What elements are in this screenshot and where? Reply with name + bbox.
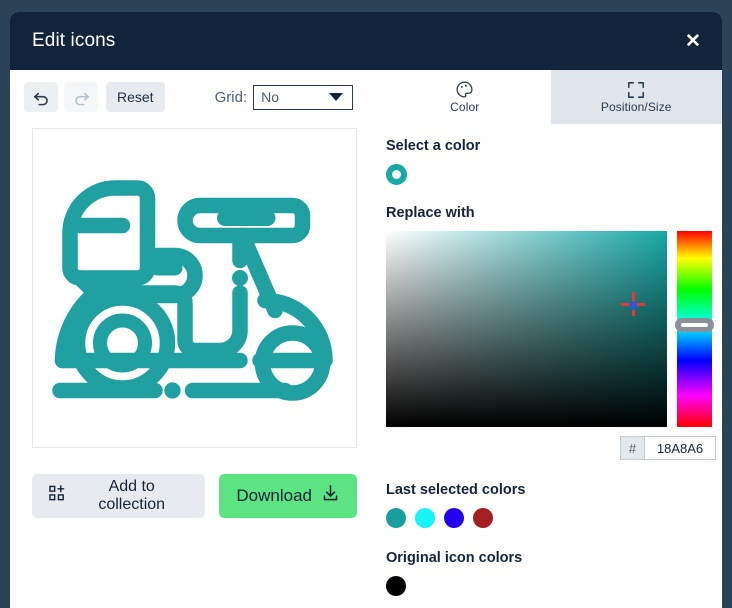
last-selected-colors-title: Last selected colors [386, 482, 526, 498]
hex-field-row: # [386, 436, 722, 460]
grid-plus-icon [49, 485, 66, 507]
select-a-color-title: Select a color [386, 138, 481, 154]
undo-button[interactable] [24, 82, 58, 112]
color-picker [386, 231, 722, 427]
hex-prefix-label: # [620, 436, 644, 460]
last-selected-colors-group: Last selected colors [386, 482, 722, 528]
close-icon[interactable]: ✕ [678, 26, 708, 56]
grid-selected-value: No [261, 89, 279, 105]
tab-color[interactable]: Color [379, 70, 551, 124]
color-panel: Select a color Replace with # 18A8A6 Las… [379, 124, 722, 608]
replace-with-title: Replace with [386, 205, 475, 221]
editor-left-pane: Reset Grid: No Add to collection Downloa… [10, 70, 379, 608]
edit-icons-modal: Edit icons ✕ Reset Grid: No Add to colle… [10, 12, 722, 608]
tab-position-size[interactable]: Position/Size [550, 70, 722, 124]
color-swatch[interactable] [415, 508, 435, 528]
original-icon-colors-title: Original icon colors [386, 550, 523, 566]
color-swatch[interactable] [386, 576, 406, 596]
reset-button[interactable]: Reset [106, 82, 165, 112]
grid-select[interactable]: No [253, 84, 354, 110]
hue-slider[interactable] [675, 231, 714, 427]
grid-control: Grid: No [214, 84, 354, 110]
last-selected-colors-row [386, 508, 722, 528]
color-swatch[interactable] [386, 508, 406, 528]
redo-icon [72, 88, 91, 107]
tab-color-label: Color [450, 100, 480, 114]
color-swatch[interactable] [473, 508, 493, 528]
icon-preview[interactable] [32, 128, 357, 448]
scooter-icon [45, 143, 345, 433]
redo-button[interactable] [64, 82, 98, 112]
picker-cursor-dot [629, 300, 638, 310]
download-button[interactable]: Download [219, 474, 357, 518]
page-title: Edit icons [32, 30, 116, 51]
editor-toolbar: Reset Grid: No [10, 70, 379, 124]
undo-icon [32, 88, 51, 107]
editor-right-pane: Color Position/Size Select a color Repla… [379, 70, 722, 608]
palette-icon [455, 80, 474, 99]
color-swatch[interactable] [444, 508, 464, 528]
picker-cursor[interactable] [621, 291, 646, 316]
add-to-collection-button[interactable]: Add to collection [32, 474, 206, 518]
original-icon-colors-group: Original icon colors [386, 550, 722, 596]
selected-color-swatch[interactable] [386, 164, 407, 185]
chevron-down-icon [329, 93, 344, 101]
resize-frame-icon [627, 81, 645, 99]
grid-label: Grid: [214, 88, 248, 106]
hue-slider-handle[interactable] [675, 318, 714, 333]
saturation-value-area[interactable] [386, 231, 667, 427]
download-icon [321, 484, 340, 508]
editor-tabs: Color Position/Size [379, 70, 722, 124]
modal-header: Edit icons ✕ [10, 12, 722, 70]
action-buttons: Add to collection Download [10, 448, 379, 518]
download-label: Download [236, 486, 312, 505]
hex-input[interactable] [644, 436, 716, 460]
modal-body: Reset Grid: No Add to collection Downloa… [10, 70, 722, 608]
tab-position-size-label: Position/Size [600, 99, 672, 114]
original-icon-colors-row [386, 576, 722, 596]
add-to-collection-label: Add to collection [98, 478, 166, 513]
